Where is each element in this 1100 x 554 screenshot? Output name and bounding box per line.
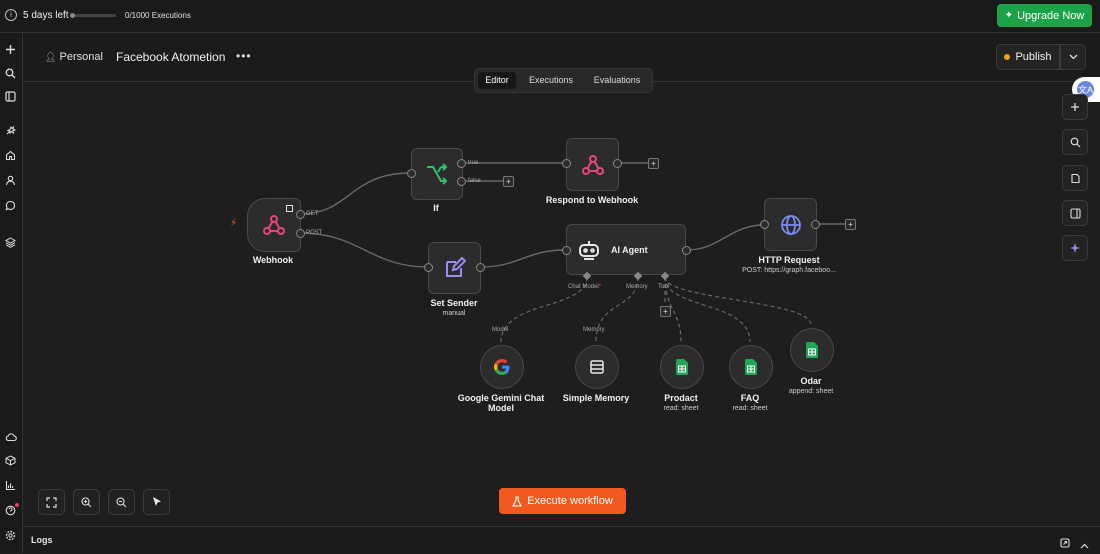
google-icon — [494, 358, 510, 375]
port-label-chat-model: Chat Model* — [568, 284, 602, 290]
add-tool-button[interactable]: + — [660, 306, 671, 317]
zoom-out-icon — [116, 496, 127, 507]
port-label-get: GET — [306, 211, 319, 217]
prodact-subtitle: read: sheet — [663, 405, 699, 412]
tidy-up-button[interactable] — [143, 489, 170, 515]
respond-to-webhook-node[interactable] — [566, 138, 619, 191]
ai-agent-label: AI Agent — [611, 244, 648, 255]
faq-subtitle: read: sheet — [732, 405, 768, 412]
odar-subtitle: append: sheet — [788, 388, 834, 395]
gemini-label-line1: Google Gemini Chat — [457, 393, 545, 403]
node-status-icon — [286, 205, 293, 212]
cursor-icon — [152, 497, 161, 506]
robot-icon — [579, 240, 599, 260]
port-label-true: true — [468, 160, 479, 166]
logs-popout-icon[interactable] — [1060, 535, 1070, 553]
set-sender-subtitle: manual — [442, 310, 466, 317]
http-output[interactable] — [811, 220, 820, 229]
webhook-output-get[interactable] — [296, 210, 305, 219]
http-request-node[interactable] — [764, 198, 817, 251]
logs-panel-bar[interactable] — [23, 526, 1100, 554]
ai-agent-input[interactable] — [562, 246, 571, 255]
prodact-label: Prodact — [664, 393, 698, 403]
if-label: If — [433, 203, 439, 213]
respond-label: Respond to Webhook — [545, 195, 639, 205]
port-label-memory: Memory — [626, 284, 648, 290]
if-node[interactable] — [411, 148, 463, 200]
gemini-model-node[interactable] — [480, 345, 524, 389]
set-sender-output[interactable] — [476, 263, 485, 272]
set-sender-node[interactable] — [428, 242, 481, 294]
port-label-false: false — [468, 178, 481, 184]
http-label: HTTP Request — [758, 255, 820, 265]
webhook-icon — [581, 154, 604, 175]
http-subtitle: POST: https://graph.faceboo... — [742, 267, 836, 274]
execute-workflow-button[interactable]: Execute workflow — [499, 488, 626, 514]
connections-layer — [299, 162, 845, 343]
zoom-out-button[interactable] — [108, 489, 135, 515]
add-after-http-button[interactable]: + — [845, 219, 856, 230]
port-label-tool: Tool — [658, 284, 670, 290]
google-sheets-icon — [745, 359, 757, 375]
set-sender-label: Set Sender — [430, 298, 478, 308]
google-sheets-icon — [676, 359, 688, 375]
faq-sheet-node[interactable] — [729, 345, 773, 389]
respond-output[interactable] — [613, 159, 622, 168]
fullscreen-icon — [46, 496, 57, 508]
in-label-memory: Memory — [583, 327, 605, 333]
logs-label: Logs — [31, 535, 53, 545]
chevron-up-icon[interactable] — [1080, 536, 1089, 554]
if-output-false[interactable] — [457, 177, 466, 186]
ai-agent-node[interactable]: AI Agent — [566, 224, 686, 275]
odar-sheet-node[interactable] — [790, 328, 834, 372]
add-after-respond-button[interactable]: + — [648, 158, 659, 169]
webhook-output-post[interactable] — [296, 229, 305, 238]
globe-icon — [780, 214, 801, 235]
gemini-label-line2: Model — [488, 403, 514, 413]
add-after-false-button[interactable]: + — [503, 176, 514, 187]
faq-label: FAQ — [740, 393, 760, 403]
respond-input[interactable] — [562, 159, 571, 168]
set-sender-input[interactable] — [424, 263, 433, 272]
http-input[interactable] — [760, 220, 769, 229]
zoom-in-icon — [81, 496, 92, 507]
memory-label: Simple Memory — [562, 393, 630, 403]
execute-label: Execute workflow — [527, 495, 613, 507]
flask-icon — [512, 495, 523, 507]
webhook-label: Webhook — [252, 255, 294, 265]
ai-agent-output[interactable] — [682, 246, 691, 255]
trigger-bolt-icon: ⚡︎ — [230, 218, 238, 229]
if-input[interactable] — [407, 169, 416, 178]
webhook-icon — [263, 215, 285, 235]
edit-icon — [445, 257, 466, 277]
simple-memory-node[interactable] — [575, 345, 619, 389]
odar-label: Odar — [800, 376, 822, 386]
if-output-true[interactable] — [457, 159, 466, 168]
database-icon — [590, 360, 604, 374]
port-label-post: POST — [306, 230, 323, 236]
in-label-model: Model — [492, 327, 509, 333]
branch-icon — [427, 163, 448, 185]
zoom-in-button[interactable] — [73, 489, 100, 515]
fit-view-button[interactable] — [38, 489, 65, 515]
google-sheets-icon — [806, 342, 818, 358]
prodact-sheet-node[interactable] — [660, 345, 704, 389]
